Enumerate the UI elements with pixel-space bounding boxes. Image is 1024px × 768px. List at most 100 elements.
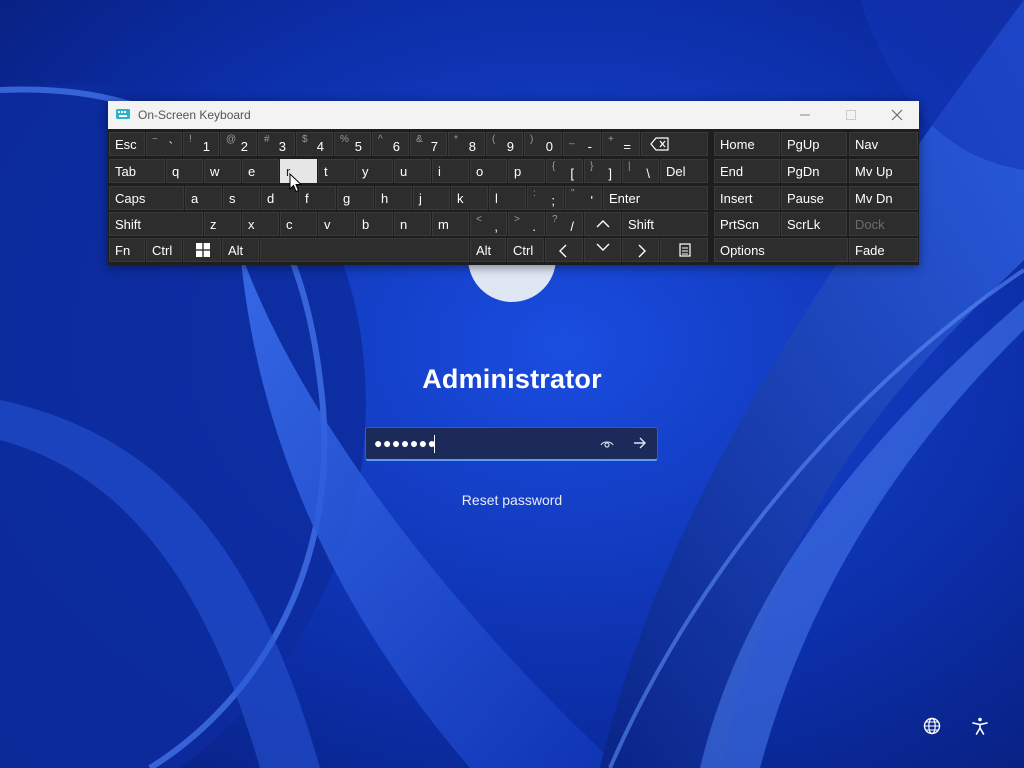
key-ctrl[interactable]: Ctrl [146,238,182,262]
key-a[interactable]: a [185,186,222,210]
key-fade[interactable]: Fade [849,238,918,262]
key-arrow-down[interactable] [584,238,621,262]
key-3[interactable]: #3 [258,132,295,156]
osk-titlebar[interactable]: On-Screen Keyboard [108,101,919,129]
key-p[interactable]: p [508,159,545,183]
key-g[interactable]: g [337,186,374,210]
key-prtscn[interactable]: PrtScn [714,212,780,236]
key-backtick[interactable]: ~ ` [146,132,182,156]
key-ctrl[interactable]: Ctrl [507,238,544,262]
arrow-right-icon [638,244,646,258]
key-k[interactable]: k [451,186,488,210]
key-s[interactable]: s [223,186,260,210]
key-u[interactable]: u [394,159,431,183]
key-i[interactable]: i [432,159,469,183]
key-semicolon[interactable]: :; [527,186,564,210]
reset-password-link[interactable]: Reset password [412,492,612,508]
key-alt[interactable]: Alt [222,238,259,262]
key-arrow-right[interactable] [622,238,659,262]
key-h[interactable]: h [375,186,412,210]
key-windows[interactable] [183,238,221,262]
key-pgup[interactable]: PgUp [781,132,847,156]
key-equals[interactable]: + = [602,132,640,156]
user-name: Administrator [422,364,602,394]
key-period[interactable]: >. [508,212,545,236]
key-pgdn[interactable]: PgDn [781,159,847,183]
key-mv-dn[interactable]: Mv Dn [849,186,918,210]
key-del[interactable]: Del [660,159,708,183]
key-label: 2 [240,139,248,154]
key-label: i [438,164,441,179]
key-f[interactable]: f [299,186,336,210]
on-screen-keyboard-window[interactable]: On-Screen Keyboard Esc ~ `! 1 @2 #3 $4% 5 ^ 6 & 7 * 8… [108,101,919,265]
key-j[interactable]: j [413,186,450,210]
key-minus[interactable]: _ - [563,132,601,156]
globe-icon[interactable] [922,716,942,736]
key-n[interactable]: n [394,212,431,236]
key-x[interactable]: x [242,212,279,236]
key-tab[interactable]: Tab [109,159,165,183]
key-e[interactable]: e [242,159,279,183]
key-fn[interactable]: Fn [109,238,145,262]
key-shift-label: ~ [152,134,158,145]
password-field[interactable]: ●●●●●●● [365,427,658,461]
accessibility-icon[interactable] [970,716,990,736]
arrow-right-icon[interactable] [631,434,649,452]
key-label: u [400,164,408,179]
key-5[interactable]: % 5 [334,132,371,156]
key-6[interactable]: ^ 6 [372,132,409,156]
key-options[interactable]: Options [714,238,848,262]
key-t[interactable]: t [318,159,355,183]
key-mv-up[interactable]: Mv Up [849,159,918,183]
key-backspace[interactable] [641,132,708,156]
key-enter[interactable]: Enter [603,186,708,210]
key-alt[interactable]: Alt [470,238,506,262]
key-7[interactable]: & 7 [410,132,447,156]
key-2[interactable]: @2 [220,132,257,156]
key-insert[interactable]: Insert [714,186,780,210]
key-end[interactable]: End [714,159,780,183]
key-menu[interactable] [660,238,708,262]
key-space[interactable] [260,238,469,262]
key-4[interactable]: $4 [296,132,333,156]
key-scrlk[interactable]: ScrLk [781,212,847,236]
minimize-button[interactable] [782,101,828,129]
key-lbracket[interactable]: {[ [546,159,583,183]
key-backslash[interactable]: | \ [622,159,659,183]
key-label: s [229,191,236,206]
key-rbracket[interactable]: }] [584,159,621,183]
key-slash[interactable]: ? / [546,212,583,236]
close-button[interactable] [874,101,920,129]
key-0[interactable]: ) 0 [524,132,562,156]
key-shift[interactable]: Shift [109,212,203,236]
eye-icon[interactable] [599,436,615,452]
key-arrow-left[interactable] [545,238,583,262]
key-c[interactable]: c [280,212,317,236]
key-9[interactable]: (9 [486,132,523,156]
key-pause[interactable]: Pause [781,186,847,210]
key-w[interactable]: w [204,159,241,183]
key-esc[interactable]: Esc [109,132,145,156]
key-shift[interactable]: Shift [622,212,708,236]
key-1[interactable]: ! 1 [183,132,219,156]
key-caps[interactable]: Caps [109,186,184,210]
key-comma[interactable]: <, [470,212,507,236]
key-arrow-up[interactable] [584,212,621,236]
key-m[interactable]: m [432,212,469,236]
key-home[interactable]: Home [714,132,780,156]
key-shift-label: % [340,134,349,145]
key-nav[interactable]: Nav [849,132,918,156]
key-shift-label: < [476,214,482,225]
key-o[interactable]: o [470,159,507,183]
key-b[interactable]: b [356,212,393,236]
maximize-button[interactable] [828,101,874,129]
arrow-up-icon [596,220,610,228]
key-l[interactable]: l [489,186,526,210]
key-y[interactable]: y [356,159,393,183]
key-q[interactable]: q [166,159,203,183]
password-mask: ●●●●●●● [374,435,437,451]
key-8[interactable]: * 8 [448,132,485,156]
key-z[interactable]: z [204,212,241,236]
key-v[interactable]: v [318,212,355,236]
key-quote[interactable]: " ' [565,186,602,210]
